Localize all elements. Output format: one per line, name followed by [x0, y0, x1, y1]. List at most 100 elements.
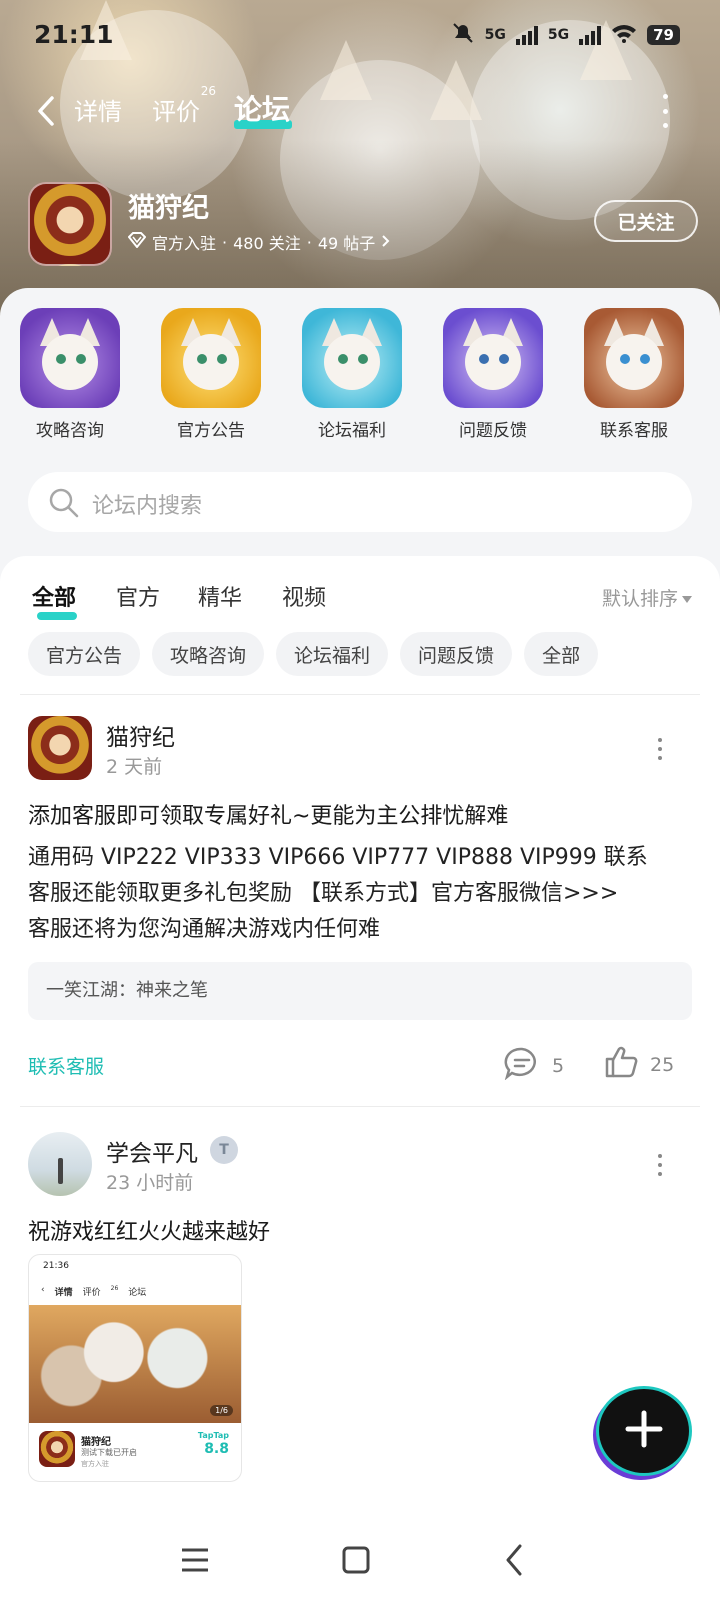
author-avatar[interactable]: [28, 1132, 92, 1196]
create-post-button[interactable]: [596, 1386, 692, 1476]
wifi-icon: [611, 23, 637, 47]
back-nav-icon[interactable]: [496, 1540, 536, 1580]
thumb-brand: TapTap: [197, 1431, 229, 1440]
post-image-thumbnail[interactable]: 21:36 ‹ 详情 评价 26 论坛 1/6 猫狩纪 测试下载已开启 官方入驻…: [28, 1254, 242, 1482]
support-character-icon: [584, 308, 684, 408]
chip-announcements[interactable]: 官方公告: [28, 632, 141, 676]
like-count: 25: [650, 1053, 675, 1076]
thumb-app-info: 猫狩纪 测试下载已开启 官方入驻 TapTap 8.8: [29, 1423, 241, 1481]
thumb-nav: ‹ 详情 评价 26 论坛: [29, 1281, 241, 1305]
comment-count: 5: [552, 1054, 565, 1077]
sort-dropdown[interactable]: 默认排序: [602, 584, 692, 611]
thumb-score: 8.8: [204, 1441, 229, 1457]
post-item[interactable]: 学会平凡 T 23 小时前 祝游戏红红火火越来越好 21:36 ‹ 详情 评价 …: [28, 1132, 692, 1518]
post-body-line: 客服还能领取更多礼包奖励 【联系方式】官方客服微信>>>: [28, 881, 619, 906]
author-name[interactable]: 学会平凡: [106, 1134, 198, 1168]
shortcut-announcements[interactable]: 官方公告: [159, 308, 263, 441]
thumb-tab: 详情: [54, 1288, 73, 1298]
feedback-character-icon: [443, 308, 543, 408]
more-options-icon[interactable]: [660, 94, 670, 128]
post-more-icon[interactable]: [658, 1154, 664, 1176]
shortcut-label: 官方公告: [177, 421, 245, 441]
tab-forum[interactable]: 论坛: [234, 88, 290, 128]
thumb-app-subtitle: 测试下载已开启: [81, 1448, 137, 1457]
post-item[interactable]: 猫狩纪 2 天前 添加客服即可领取专属好礼~更能为主公排忧解难 通用码 VIP2…: [28, 716, 692, 1096]
post-title[interactable]: 添加客服即可领取专属好礼~更能为主公排忧解难: [28, 798, 692, 830]
post-feed: 全部 官方 精华 视频 默认排序 官方公告 攻略咨询 论坛福利 问题反馈 全部 …: [0, 556, 720, 1518]
post-time: 2 天前: [106, 756, 163, 778]
meta-separator: ·: [222, 232, 228, 252]
caret-down-icon: [682, 596, 692, 603]
user-level-badge-icon: T: [210, 1136, 238, 1164]
featured-comment[interactable]: 一笑江湖：神来之笔: [28, 962, 692, 1020]
back-icon[interactable]: [32, 94, 62, 128]
forum-shortcuts: 攻略咨询 官方公告 论坛福利 问题反馈 联系客服: [0, 308, 720, 448]
benefits-character-icon: [302, 308, 402, 408]
feed-tabs: 全部 官方 精华 视频 默认排序: [32, 574, 692, 620]
active-feed-tab-indicator: [37, 612, 77, 620]
thumb-pager: 1/6: [210, 1405, 233, 1416]
comment-icon: [504, 1046, 540, 1085]
app-icon[interactable]: [28, 182, 112, 266]
post-count: 49 帖子: [317, 234, 376, 253]
signal-icon: [515, 25, 538, 45]
status-icons: 5G 5G 79: [451, 22, 680, 48]
chip-all[interactable]: 全部: [524, 632, 599, 676]
comment-button[interactable]: 5: [504, 1046, 564, 1085]
shortcut-label: 论坛福利: [318, 421, 386, 441]
meta-separator: ·: [306, 232, 312, 252]
thumb-tab: 论坛: [128, 1288, 147, 1298]
official-label: 官方入驻: [152, 234, 217, 253]
chip-guides[interactable]: 攻略咨询: [152, 632, 265, 676]
feed-tab-all[interactable]: 全部: [32, 580, 76, 612]
follower-count: 480 关注: [233, 234, 301, 253]
like-button[interactable]: 25: [604, 1046, 674, 1083]
author-name[interactable]: 猫狩纪: [106, 718, 175, 752]
battery-indicator: 79: [647, 25, 680, 45]
top-nav: 详情 评价 26 论坛: [0, 84, 720, 134]
plus-icon: [624, 1409, 664, 1453]
diamond-icon: [127, 232, 147, 252]
app-meta[interactable]: 官方入驻 · 480 关注 · 49 帖子: [127, 230, 391, 254]
contact-support-link[interactable]: 联系客服: [28, 1052, 104, 1079]
thumb-status-time: 21:36: [43, 1261, 69, 1271]
post-body[interactable]: 通用码 VIP222 VIP333 VIP666 VIP777 VIP888 V…: [28, 840, 692, 948]
chip-feedback[interactable]: 问题反馈: [400, 632, 513, 676]
network-label-2: 5G: [547, 27, 570, 43]
post-time: 23 小时前: [106, 1172, 194, 1194]
post-body-line: 通用码 VIP222 VIP333 VIP666 VIP777 VIP888 V…: [28, 845, 648, 870]
shortcut-label: 问题反馈: [459, 421, 527, 441]
search-icon: [48, 487, 79, 518]
shortcut-benefits[interactable]: 论坛福利: [300, 308, 404, 441]
chip-benefits[interactable]: 论坛福利: [276, 632, 389, 676]
chevron-right-icon: [381, 233, 391, 252]
follow-button[interactable]: 已关注: [594, 200, 698, 242]
announcements-character-icon: [161, 308, 261, 408]
menu-icon[interactable]: [176, 1540, 216, 1580]
post-more-icon[interactable]: [658, 738, 664, 760]
thumbs-up-icon: [604, 1046, 638, 1083]
shortcut-guides[interactable]: 攻略咨询: [18, 308, 122, 441]
guides-character-icon: [20, 308, 120, 408]
forum-card: 攻略咨询 官方公告 论坛福利 问题反馈 联系客服 论坛内搜索 全部 官方 精华 …: [0, 288, 720, 1518]
shortcut-label: 联系客服: [600, 421, 668, 441]
shortcut-support[interactable]: 联系客服: [582, 308, 686, 441]
forum-search-bar[interactable]: 论坛内搜索: [28, 472, 692, 532]
shortcut-feedback[interactable]: 问题反馈: [441, 308, 545, 441]
thumb-tab-badge: 26: [110, 1285, 119, 1292]
author-avatar[interactable]: [28, 716, 92, 780]
feed-tab-official[interactable]: 官方: [116, 580, 160, 612]
tab-reviews[interactable]: 评价 26: [152, 84, 216, 127]
feed-tab-video[interactable]: 视频: [282, 580, 326, 612]
divider: [20, 694, 700, 695]
tab-reviews-label: 评价: [152, 98, 200, 126]
post-title[interactable]: 祝游戏红红火火越来越好: [28, 1214, 692, 1246]
home-icon[interactable]: [336, 1540, 376, 1580]
tab-details[interactable]: 详情: [74, 92, 122, 127]
thumb-tab: 评价: [82, 1288, 101, 1298]
feed-tab-featured[interactable]: 精华: [198, 580, 242, 612]
thumb-app-name: 猫狩纪: [81, 1437, 111, 1448]
status-bar: 21:11 5G 5G 79: [0, 0, 720, 70]
shortcut-label: 攻略咨询: [36, 421, 104, 441]
thumb-banner-art: [29, 1305, 241, 1423]
